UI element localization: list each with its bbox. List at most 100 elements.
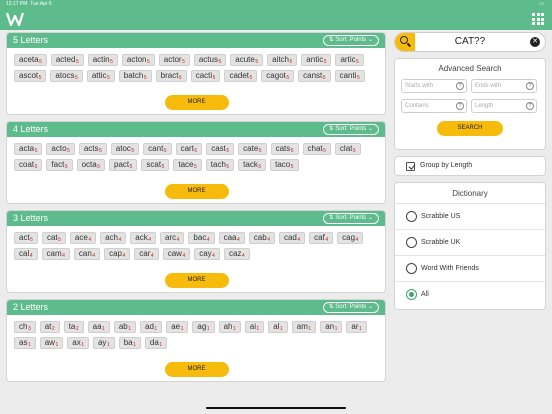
radio-icon[interactable] — [406, 263, 417, 274]
starts-with-field[interactable]: Starts with? — [401, 79, 467, 93]
home-indicator[interactable] — [206, 407, 346, 409]
word-tile[interactable]: ae1 — [166, 321, 189, 333]
word-tile[interactable]: pact5 — [109, 159, 138, 171]
word-tile[interactable]: acta5 — [14, 143, 43, 155]
word-tile[interactable]: caz4 — [223, 248, 250, 260]
word-tile[interactable]: ta2 — [63, 321, 84, 333]
sort-button[interactable]: ⇅ Sort: Points ⌄ — [322, 124, 379, 135]
word-tile[interactable]: cant5 — [143, 143, 172, 155]
word-tile[interactable]: cad4 — [278, 232, 306, 244]
word-tile[interactable]: fact5 — [46, 159, 73, 171]
word-tile[interactable]: aitch5 — [267, 54, 298, 66]
word-tile[interactable]: ba1 — [118, 337, 141, 349]
ends-with-field[interactable]: Ends with? — [471, 79, 537, 93]
word-tile[interactable]: ace4 — [69, 232, 97, 244]
sort-button[interactable]: ⇅ Sort: Points ⌄ — [322, 302, 379, 313]
word-tile[interactable]: actor5 — [158, 54, 190, 66]
word-tile[interactable]: acts5 — [78, 143, 107, 155]
word-tile[interactable]: ach4 — [100, 232, 127, 244]
length-field[interactable]: Length? — [471, 99, 537, 113]
word-tile[interactable]: atocs5 — [50, 70, 83, 82]
word-tile[interactable]: cab4 — [248, 232, 275, 244]
word-tile[interactable]: cal4 — [14, 248, 38, 260]
word-tile[interactable]: at2 — [39, 321, 60, 333]
more-button[interactable]: MORE — [164, 184, 229, 199]
word-tile[interactable]: antic5 — [301, 54, 332, 66]
word-tile[interactable]: arc4 — [160, 232, 185, 244]
word-tile[interactable]: ch3 — [14, 321, 36, 333]
word-tile[interactable]: acton5 — [121, 54, 155, 66]
word-tile[interactable]: bract5 — [155, 70, 187, 82]
word-tile[interactable]: acto5 — [46, 143, 75, 155]
word-tile[interactable]: ai1 — [244, 321, 265, 333]
word-tile[interactable]: ax1 — [67, 337, 89, 349]
word-tile[interactable]: ar1 — [346, 321, 367, 333]
word-tile[interactable]: coat5 — [14, 159, 43, 171]
word-tile[interactable]: aa1 — [87, 321, 110, 333]
word-tile[interactable]: cap4 — [104, 248, 131, 260]
search-bar[interactable]: CAT?? ✕ — [394, 32, 546, 52]
word-tile[interactable]: an1 — [320, 321, 343, 333]
help-icon[interactable]: ? — [526, 102, 534, 110]
word-tile[interactable]: act5 — [14, 232, 38, 244]
word-tile[interactable]: cam4 — [41, 248, 70, 260]
word-tile[interactable]: caa4 — [218, 232, 245, 244]
word-tile[interactable]: aw1 — [39, 337, 64, 349]
dictionary-option[interactable]: Scrabble UK — [395, 229, 545, 255]
word-tile[interactable]: al1 — [268, 321, 288, 333]
group-by-length-toggle[interactable]: Group by Length — [394, 156, 546, 176]
word-tile[interactable]: tach5 — [205, 159, 235, 171]
word-tile[interactable]: cart5 — [175, 143, 203, 155]
word-tile[interactable]: clat5 — [334, 143, 361, 155]
word-tile[interactable]: ab1 — [113, 321, 137, 333]
word-tile[interactable]: attic5 — [86, 70, 115, 82]
dictionary-option[interactable]: All — [395, 281, 545, 307]
word-tile[interactable]: taco5 — [270, 159, 299, 171]
word-tile[interactable]: acted5 — [50, 54, 84, 66]
word-tile[interactable]: ag1 — [192, 321, 215, 333]
word-tile[interactable]: ascot5 — [14, 70, 47, 82]
word-tile[interactable]: cay4 — [194, 248, 220, 260]
contains-field[interactable]: Contains? — [401, 99, 467, 113]
word-tile[interactable]: cadet5 — [224, 70, 258, 82]
word-tile[interactable]: cast5 — [206, 143, 235, 155]
word-tile[interactable]: ad1 — [140, 321, 163, 333]
word-tile[interactable]: as1 — [14, 337, 36, 349]
clear-icon[interactable]: ✕ — [530, 37, 540, 47]
search-input[interactable]: CAT?? — [395, 33, 545, 51]
radio-icon[interactable] — [406, 237, 417, 248]
radio-icon[interactable] — [406, 289, 417, 300]
word-tile[interactable]: ay1 — [92, 337, 115, 349]
sort-button[interactable]: ⇅ Sort: Points ⌄ — [322, 35, 379, 46]
word-tile[interactable]: am1 — [291, 321, 317, 333]
word-tile[interactable]: actus5 — [193, 54, 227, 66]
checkbox-checked-icon[interactable] — [406, 162, 415, 171]
word-tile[interactable]: cagot5 — [261, 70, 295, 82]
more-button[interactable]: MORE — [164, 362, 229, 377]
word-tile[interactable]: acute5 — [230, 54, 264, 66]
help-icon[interactable]: ? — [526, 82, 534, 90]
word-tile[interactable]: actin5 — [87, 54, 118, 66]
grid-menu-icon[interactable] — [532, 13, 544, 25]
word-tile[interactable]: caf4 — [309, 232, 334, 244]
more-button[interactable]: MORE — [164, 273, 229, 288]
help-icon[interactable]: ? — [456, 102, 464, 110]
word-tile[interactable]: ack4 — [130, 232, 157, 244]
dictionary-option[interactable]: Word With Friends — [395, 255, 545, 281]
word-tile[interactable]: cat5 — [41, 232, 66, 244]
help-icon[interactable]: ? — [456, 82, 464, 90]
search-button[interactable]: SEARCH — [437, 121, 503, 136]
more-button[interactable]: MORE — [164, 95, 229, 110]
word-tile[interactable]: aceta5 — [14, 54, 47, 66]
word-tile[interactable]: canti5 — [334, 70, 365, 82]
word-tile[interactable]: car4 — [134, 248, 159, 260]
word-tile[interactable]: can4 — [73, 248, 101, 260]
word-tile[interactable]: cag4 — [337, 232, 364, 244]
app-logo-icon[interactable] — [6, 12, 24, 26]
word-tile[interactable]: chat5 — [302, 143, 331, 155]
word-tile[interactable]: scat5 — [141, 159, 170, 171]
word-tile[interactable]: da1 — [144, 337, 168, 349]
word-tile[interactable]: cate5 — [238, 143, 267, 155]
word-tile[interactable]: cats5 — [270, 143, 299, 155]
word-tile[interactable]: bac4 — [188, 232, 215, 244]
